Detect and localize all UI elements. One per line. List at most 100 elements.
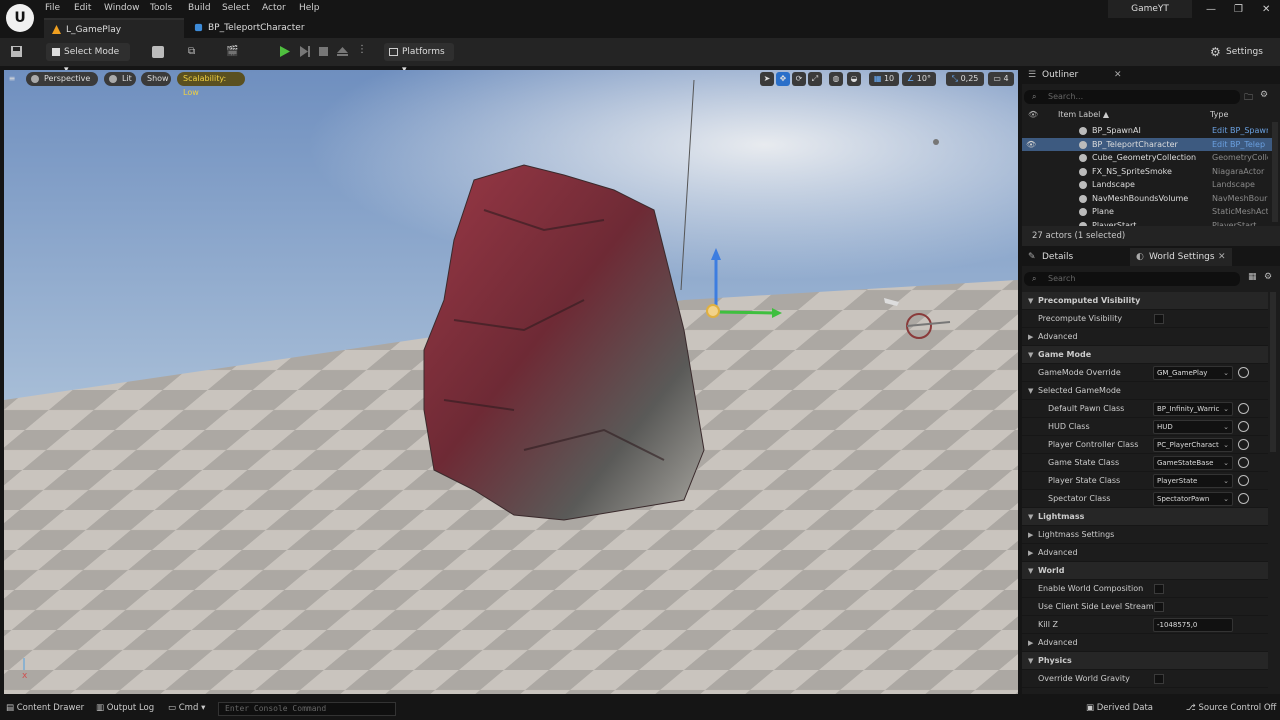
chevron-down-icon[interactable]: ▼ — [1028, 382, 1033, 400]
skip-icon[interactable] — [298, 45, 311, 58]
item-label-column[interactable]: Item Label ▲ — [1058, 108, 1109, 122]
tab-details[interactable]: ✎ Details — [1022, 248, 1128, 266]
blueprint-menu-icon[interactable]: ⧉ — [188, 46, 202, 58]
select-mode-button[interactable]: Select Mode ▾ — [46, 43, 130, 75]
visibility-icon[interactable]: 👁 — [1026, 138, 1036, 151]
details-scrollbar[interactable] — [1270, 292, 1276, 452]
scale-snap-button[interactable]: ⤡ 0,25 — [946, 72, 984, 86]
content-drawer-button[interactable]: ▤ Content Drawer — [6, 703, 84, 713]
property-dropdown[interactable]: BP_Infinity_Warric ⌄ — [1153, 402, 1233, 416]
chevron-down-icon[interactable]: ▼ — [1028, 562, 1033, 580]
details-search-input[interactable]: ⌕ Search — [1024, 272, 1240, 286]
property-checkbox[interactable] — [1154, 602, 1164, 612]
chevron-right-icon[interactable]: ▶ — [1028, 634, 1033, 652]
outliner-scrollbar[interactable] — [1272, 122, 1278, 222]
source-control-button[interactable]: ⎇ Source Control Off — [1186, 703, 1276, 713]
more-options-icon[interactable]: ⋮ — [357, 44, 367, 55]
outliner-row[interactable]: 👁 BP_TeleportCharacter Edit BP_Telep — [1022, 137, 1272, 151]
scale-tool-icon[interactable]: ⤢ — [808, 72, 822, 86]
viewport-menu-icon[interactable]: ≡ — [4, 72, 20, 86]
property-number-field[interactable]: -1048575,0 — [1153, 618, 1233, 632]
details-section-header[interactable]: ▼ Precomputed Visibility — [1022, 292, 1268, 310]
menu-edit[interactable]: Edit — [74, 3, 91, 13]
property-dropdown[interactable]: PlayerState ⌄ — [1153, 474, 1233, 488]
outliner-row[interactable]: Plane StaticMeshAct — [1022, 205, 1272, 218]
property-dropdown[interactable]: HUD ⌄ — [1153, 420, 1233, 434]
browse-asset-icon[interactable] — [1238, 439, 1249, 450]
chevron-right-icon[interactable]: ▶ — [1028, 328, 1033, 346]
chevron-right-icon[interactable]: ▶ — [1028, 544, 1033, 562]
play-icon[interactable] — [278, 45, 291, 58]
details-property-row[interactable]: ▶ Advanced — [1022, 544, 1268, 562]
menu-tools[interactable]: Tools — [150, 3, 172, 13]
level-viewport[interactable]: x ≡ Perspective Lit Show Scalability: Lo… — [4, 70, 1018, 694]
menu-actor[interactable]: Actor — [262, 3, 286, 13]
details-property-row[interactable]: ▶ Advanced — [1022, 328, 1268, 346]
maximize-icon[interactable]: ❐ — [1234, 4, 1243, 15]
select-tool-icon[interactable]: ➤ — [760, 72, 774, 86]
cmd-button[interactable]: ▭ Cmd ▾ — [168, 703, 205, 713]
folder-add-icon[interactable]: 🗀 — [1244, 90, 1253, 106]
chevron-down-icon[interactable]: ▼ — [1028, 346, 1033, 364]
tab-level[interactable]: L_GamePlay — [44, 18, 184, 38]
close-tab-icon[interactable]: ✕ — [1218, 248, 1226, 266]
grid-snap-button[interactable]: ▦ 10 — [869, 72, 899, 86]
rotation-snap-button[interactable]: ∠ 10° — [902, 72, 936, 86]
scalability-badge[interactable]: Scalability: Low — [177, 72, 245, 97]
property-checkbox[interactable] — [1154, 584, 1164, 594]
menu-select[interactable]: Select — [222, 3, 250, 13]
eject-icon[interactable] — [336, 45, 349, 58]
show-button[interactable]: Show — [141, 72, 171, 86]
browse-asset-icon[interactable] — [1238, 367, 1249, 378]
lit-button[interactable]: Lit — [104, 72, 136, 86]
surface-snap-icon[interactable]: ◒ — [847, 72, 861, 86]
derived-data-button[interactable]: ▣ Derived Data — [1086, 703, 1153, 713]
property-checkbox[interactable] — [1154, 674, 1164, 684]
stop-icon[interactable] — [317, 45, 330, 58]
details-section-header[interactable]: ▼ Game Mode — [1022, 346, 1268, 364]
outliner-row[interactable]: FX_NS_SpriteSmoke NiagaraActor — [1022, 165, 1272, 178]
outliner-row-type[interactable]: Edit BP_Telep — [1212, 138, 1268, 151]
menu-window[interactable]: Window — [104, 3, 140, 13]
property-checkbox[interactable] — [1154, 314, 1164, 324]
menu-file[interactable]: File — [45, 3, 60, 13]
output-log-button[interactable]: ▥ Output Log — [96, 703, 154, 713]
perspective-button[interactable]: Perspective — [26, 72, 98, 86]
chevron-down-icon[interactable]: ▼ — [1028, 508, 1033, 526]
chevron-down-icon[interactable]: ▼ — [1028, 292, 1033, 310]
outliner-row[interactable]: Landscape Landscape — [1022, 178, 1272, 191]
camera-speed-button[interactable]: ▭ 4 — [988, 72, 1014, 86]
property-dropdown[interactable]: GameStateBase ⌄ — [1153, 456, 1233, 470]
unreal-logo-icon[interactable]: U — [6, 4, 34, 32]
settings-icon[interactable]: ⚙ — [1260, 90, 1268, 100]
details-section-header[interactable]: ▼ Lightmass — [1022, 508, 1268, 526]
add-actor-icon[interactable] — [152, 46, 164, 58]
close-window-icon[interactable]: ✕ — [1262, 4, 1270, 15]
console-command-input[interactable]: Enter Console Command — [218, 702, 396, 716]
settings-icon[interactable]: ⚙ — [1264, 272, 1272, 282]
type-column[interactable]: Type — [1210, 108, 1228, 122]
table-view-icon[interactable]: ▦ — [1248, 272, 1257, 282]
browse-asset-icon[interactable] — [1238, 493, 1249, 504]
translate-tool-icon[interactable]: ✥ — [776, 72, 790, 86]
outliner-search-input[interactable]: ⌕ Search... — [1024, 90, 1240, 104]
browse-asset-icon[interactable] — [1238, 457, 1249, 468]
property-dropdown[interactable]: GM_GamePlay ⌄ — [1153, 366, 1233, 380]
browse-asset-icon[interactable] — [1238, 475, 1249, 486]
property-dropdown[interactable]: PC_PlayerCharact ⌄ — [1153, 438, 1233, 452]
minimize-icon[interactable]: — — [1206, 4, 1216, 15]
menu-build[interactable]: Build — [188, 3, 211, 13]
platforms-button[interactable]: Platforms ▾ — [384, 43, 454, 75]
outliner-row[interactable]: BP_SpawnAI Edit BP_Spawn — [1022, 124, 1272, 137]
chevron-right-icon[interactable]: ▶ — [1028, 526, 1033, 544]
save-icon[interactable] — [10, 45, 23, 58]
world-space-icon[interactable]: ◍ — [829, 72, 843, 86]
menu-help[interactable]: Help — [299, 3, 320, 13]
details-property-row[interactable]: ▶ Lightmass Settings — [1022, 526, 1268, 544]
outliner-row[interactable]: NavMeshBoundsVolume NavMeshBour — [1022, 192, 1272, 205]
details-property-row[interactable]: ▼ Selected GameMode — [1022, 382, 1268, 400]
details-section-header[interactable]: ▼ Physics — [1022, 652, 1268, 670]
tab-world-settings[interactable]: ◐ World Settings ✕ — [1130, 248, 1232, 266]
browse-asset-icon[interactable] — [1238, 403, 1249, 414]
outliner-row-type[interactable]: Edit BP_Spawn — [1212, 124, 1268, 137]
